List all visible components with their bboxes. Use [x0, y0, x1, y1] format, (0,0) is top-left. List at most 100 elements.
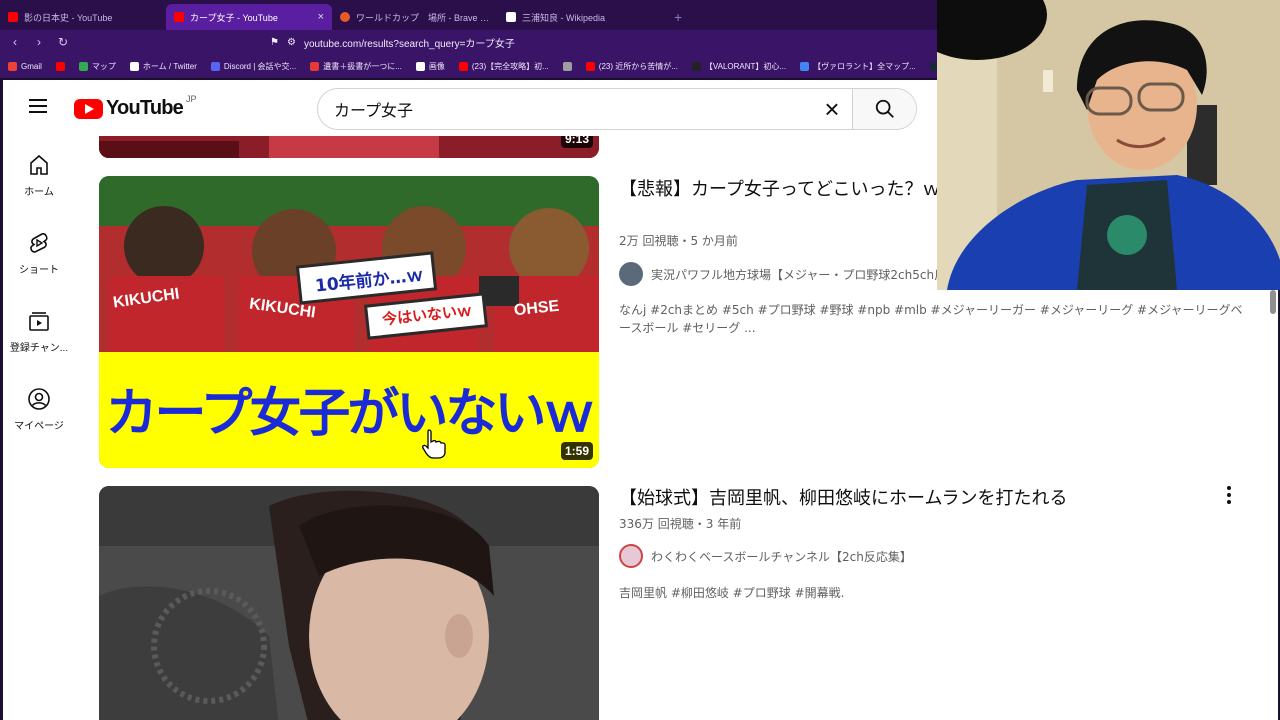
site-settings-icon[interactable]: ⚙ — [287, 37, 296, 48]
bookmark-label: 画像 — [428, 61, 445, 71]
bookmark-label: Discord | 会話や交... — [223, 61, 297, 71]
bookmark-favicon-icon — [415, 61, 425, 71]
bookmark-icon[interactable]: ⚑ — [270, 37, 279, 48]
bookmark-item[interactable]: Gmail — [8, 61, 42, 71]
bookmark-item[interactable]: (23) 近所から苦情が... — [585, 61, 678, 72]
video-thumbnail[interactable]: KIKUCHI KIKUCHI OHSE 10年前か…ｗ 今はいないｗ カープ女… — [99, 176, 599, 468]
home-icon — [30, 154, 48, 175]
tab-title: 三浦知良 - Wikipedia — [522, 12, 606, 23]
tab-title: ワールドカップ 場所 - Brave Search — [356, 12, 490, 23]
publish-age: 3 年前 — [705, 517, 742, 531]
menu-icon[interactable] — [29, 99, 47, 113]
channel-avatar[interactable] — [619, 262, 643, 286]
url-text: youtube.com/results?search_query=カープ女子 — [303, 38, 515, 50]
youtube-logo[interactable]: YouTube JP — [74, 94, 197, 120]
sidebar-item-label: 登録チャン... — [9, 342, 69, 354]
bookmark-item[interactable]: 画像 — [415, 61, 445, 72]
sidebar-item-shorts[interactable]: ショート — [3, 214, 75, 292]
channel-avatar[interactable] — [619, 544, 643, 568]
bookmark-favicon-icon — [562, 61, 572, 71]
search-icon — [875, 99, 894, 118]
page-scrollbar[interactable] — [1270, 290, 1276, 314]
bookmark-favicon-icon — [78, 61, 88, 71]
search-button[interactable] — [852, 89, 916, 129]
bookmark-label: ホーム / Twitter — [142, 61, 197, 71]
bookmark-favicon-icon — [210, 61, 220, 71]
bookmark-label: 遺書＋扱書が一つに... — [323, 61, 402, 71]
publish-age: 5 か月前 — [690, 234, 738, 248]
webcam-overlay — [937, 0, 1280, 290]
video-thumbnail[interactable] — [99, 486, 599, 720]
browser-tab[interactable]: 三浦知良 - Wikipedia — [498, 4, 664, 30]
video-metadata: 336万 回視聴・3 年前 — [619, 515, 741, 532]
bookmark-label: 【ヴァロラント】全マップ... — [813, 61, 916, 71]
wikipedia-favicon-icon — [506, 12, 516, 22]
sidebar-item-you[interactable]: マイページ — [3, 370, 75, 448]
youtube-favicon-icon — [8, 12, 18, 22]
sidebar-item-label: ショート — [19, 264, 59, 276]
tab-close-icon[interactable]: × — [318, 11, 324, 23]
youtube-play-icon — [74, 98, 103, 119]
sidebar-item-label: ホーム — [24, 186, 54, 198]
meta-separator: ・ — [693, 517, 706, 531]
bookmark-item[interactable]: 【ヴァロラント】全マップ... — [800, 61, 916, 72]
shorts-icon — [30, 232, 48, 253]
bookmark-favicon-icon — [691, 61, 701, 71]
bookmark-item[interactable] — [55, 61, 65, 71]
tab-title: 影の日本史 - YouTube — [24, 12, 113, 23]
brave-favicon-icon — [340, 12, 350, 22]
video-description-snippet: 吉岡里帆 #柳田悠岐 #プロ野球 #開幕戦. — [619, 586, 845, 600]
bookmark-favicon-icon — [458, 61, 468, 71]
bookmark-label: Gmail — [21, 61, 42, 71]
bookmark-label: (23) 近所から苦情が... — [598, 61, 678, 71]
video-title-link[interactable]: 【始球式】吉岡里帆、柳田悠岐にホームランを打たれる — [619, 485, 1239, 512]
video-description-snippet: なんj #2chまとめ #5ch #プロ野球 #野球 #npb #mlb #メジ… — [619, 303, 1243, 335]
bookmark-item[interactable]: マップ — [78, 61, 116, 72]
bookmark-favicon-icon — [310, 61, 320, 71]
new-tab-button[interactable]: + — [664, 4, 692, 30]
channel-name: わくわくベースボールチャンネル【2ch反応集】 — [651, 549, 912, 564]
bookmark-item[interactable]: ホーム / Twitter — [129, 61, 197, 72]
more-actions-icon[interactable] — [1219, 485, 1239, 505]
video-duration: 1:59 — [560, 442, 593, 460]
view-count: 336万 回視聴 — [619, 517, 694, 531]
bookmark-item[interactable]: (23)【完全攻略】初... — [458, 61, 549, 72]
bookmark-label: マップ — [91, 61, 116, 71]
sidebar-item-subscriptions[interactable]: 登録チャン... — [3, 292, 75, 370]
back-icon[interactable]: ‹ — [8, 35, 22, 49]
webcam-feed-image — [937, 0, 1280, 290]
channel-name: 実況パワフル地方球場【メジャー・プロ野球2ch5ch反 — [651, 267, 947, 282]
reload-icon[interactable]: ↻ — [56, 35, 70, 49]
browser-tab[interactable]: ワールドカップ 場所 - Brave Search — [332, 4, 498, 30]
clear-search-icon[interactable]: × — [812, 89, 852, 129]
subscriptions-icon — [29, 311, 49, 331]
sidebar-item-label: マイページ — [14, 420, 64, 432]
channel-link[interactable]: 実況パワフル地方球場【メジャー・プロ野球2ch5ch反 — [619, 262, 946, 286]
forward-icon[interactable]: › — [32, 35, 46, 49]
bookmark-item[interactable]: 遺書＋扱書が一つに... — [310, 61, 402, 72]
bookmark-favicon-icon — [585, 61, 595, 71]
logo-text: YouTube — [106, 97, 184, 119]
bookmark-favicon-icon — [800, 61, 810, 71]
url-field[interactable]: ⚑ ⚙ youtube.com/results?search_query=カープ… — [270, 35, 515, 50]
video-metadata: 2万 回視聴・5 か月前 — [619, 232, 738, 249]
sidebar-item-home[interactable]: ホーム — [3, 136, 75, 214]
mouse-cursor-icon — [422, 429, 446, 459]
view-count: 2万 回視聴 — [619, 234, 679, 248]
bookmark-label: 【VALORANT】初心... — [704, 61, 787, 71]
bookmark-favicon-icon — [55, 61, 65, 71]
browser-tab[interactable]: 影の日本史 - YouTube — [0, 4, 166, 30]
bookmark-item[interactable] — [562, 61, 572, 71]
search-input[interactable] — [318, 89, 812, 129]
thumbnail-image — [99, 486, 599, 720]
thumbnail-headline: カープ女子がいないｗ — [99, 368, 599, 448]
bookmark-favicon-icon — [8, 61, 17, 71]
guide-sidebar: ホーム ショート 登録チャン... マイページ — [3, 136, 75, 720]
bookmark-item[interactable]: 【VALORANT】初心... — [691, 61, 787, 72]
bookmark-favicon-icon — [129, 61, 139, 71]
channel-link[interactable]: わくわくベースボールチャンネル【2ch反応集】 — [619, 544, 912, 568]
meta-separator: ・ — [678, 234, 691, 248]
browser-tab-active[interactable]: カープ女子 - YouTube × — [166, 4, 332, 30]
bookmark-item[interactable]: Discord | 会話や交... — [210, 61, 297, 72]
tab-title: カープ女子 - YouTube — [190, 12, 278, 23]
